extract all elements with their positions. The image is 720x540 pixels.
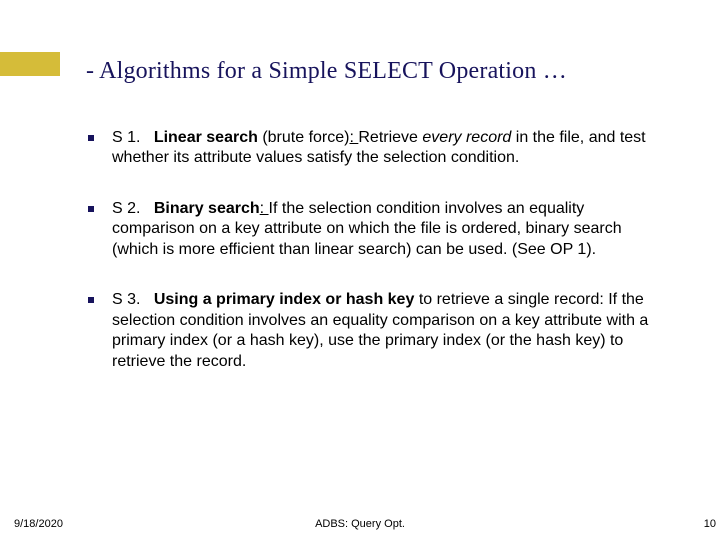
- item-name-strong: Linear search: [154, 129, 258, 146]
- item-colon: :: [260, 200, 269, 217]
- list-item-text: S 1. Linear search (brute force): Retrie…: [112, 128, 658, 169]
- item-name-strong: Using a primary index or hash key: [154, 291, 415, 308]
- item-label: S 1.: [112, 129, 140, 146]
- bullet-icon: [88, 206, 94, 212]
- list-item: S 2. Binary search: If the selection con…: [88, 199, 658, 260]
- item-body-before-em: Retrieve: [358, 129, 422, 146]
- item-label: S 3.: [112, 291, 140, 308]
- list-item: S 1. Linear search (brute force): Retrie…: [88, 128, 658, 169]
- bullet-icon: [88, 135, 94, 141]
- list-item-text: S 2. Binary search: If the selection con…: [112, 199, 658, 260]
- footer-center: ADBS: Query Opt.: [0, 518, 720, 530]
- list-item-text: S 3. Using a primary index or hash key t…: [112, 290, 658, 372]
- slide-title: - Algorithms for a Simple SELECT Operati…: [86, 58, 567, 85]
- footer-page-number: 10: [704, 518, 716, 530]
- item-label: S 2.: [112, 200, 140, 217]
- title-row: - Algorithms for a Simple SELECT Operati…: [0, 51, 720, 91]
- accent-block: [0, 52, 60, 76]
- slide: - Algorithms for a Simple SELECT Operati…: [0, 0, 720, 540]
- item-em: every record: [422, 129, 511, 146]
- list-item: S 3. Using a primary index or hash key t…: [88, 290, 658, 372]
- item-name-strong: Binary search: [154, 200, 260, 217]
- bullet-list: S 1. Linear search (brute force): Retrie…: [88, 128, 658, 402]
- bullet-icon: [88, 297, 94, 303]
- item-name-after: (brute force): [258, 129, 350, 146]
